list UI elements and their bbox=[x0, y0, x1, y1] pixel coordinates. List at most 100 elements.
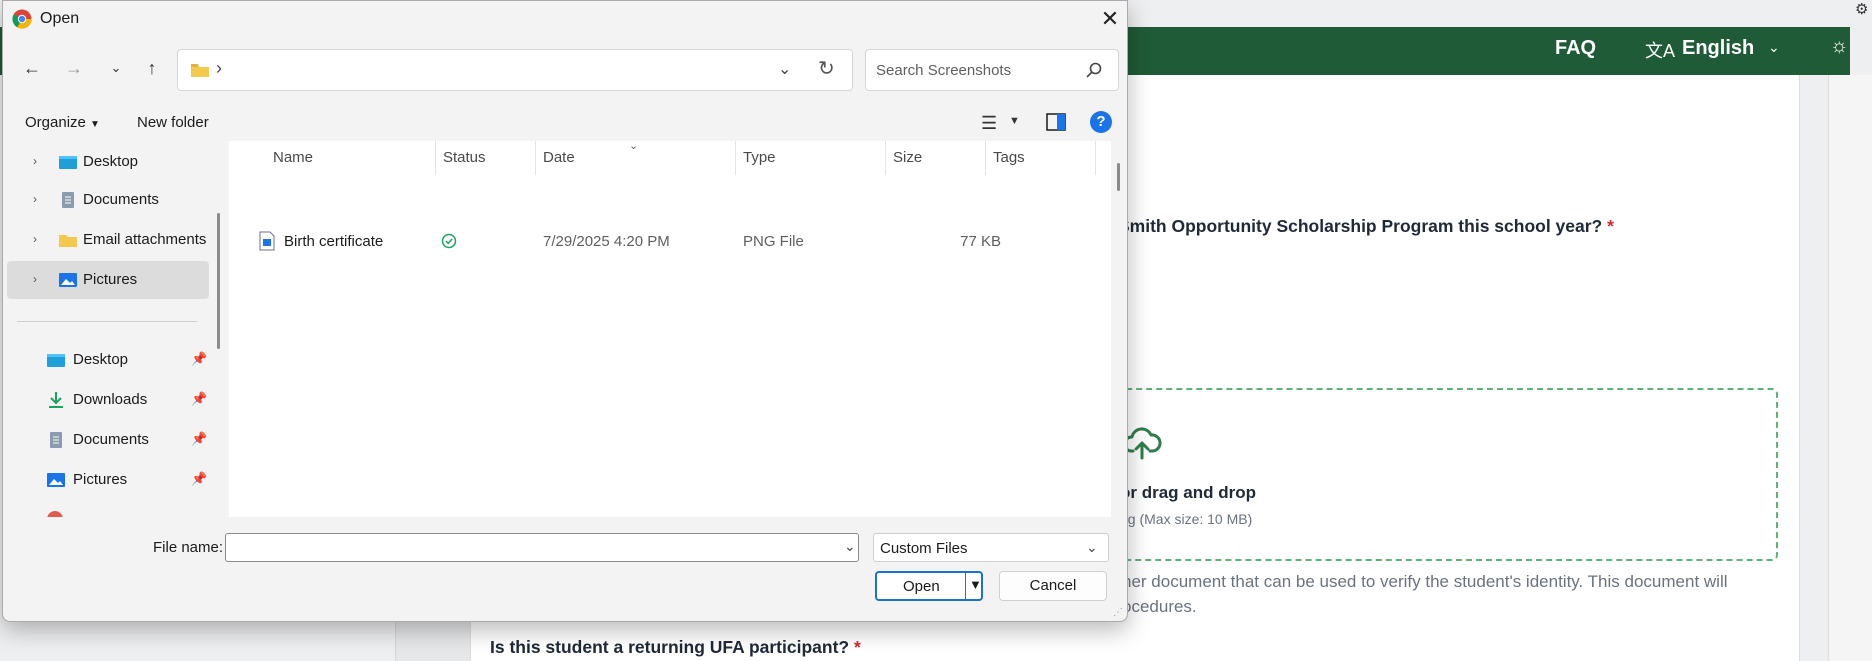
recent-locations-chevron-icon[interactable]: ⌄ bbox=[101, 53, 131, 83]
sort-descending-icon: ⌄ bbox=[629, 140, 639, 152]
dialog-titlebar[interactable]: Open ✕ bbox=[3, 1, 1127, 37]
open-options-caret-icon[interactable]: ▼ bbox=[969, 577, 982, 592]
column-header-size[interactable]: Size bbox=[893, 149, 922, 166]
document-description: her document that can be used to verify … bbox=[1122, 572, 1728, 591]
tree-item-label: Documents bbox=[83, 191, 159, 208]
chrome-icon bbox=[12, 9, 32, 29]
page-scroll-strip bbox=[1828, 75, 1872, 661]
tree-item-desktop[interactable]: › Desktop bbox=[7, 143, 209, 181]
tree-item-email-attachments[interactable]: › Email attachments bbox=[7, 221, 209, 259]
cancel-button[interactable]: Cancel bbox=[999, 571, 1107, 601]
quick-access-label: Pictures bbox=[73, 471, 128, 488]
column-header-date[interactable]: Date bbox=[543, 149, 575, 166]
address-bar[interactable]: › ⌄ ↻ bbox=[177, 49, 853, 91]
page-left-strip bbox=[395, 620, 470, 661]
chevron-down-icon[interactable]: ⌄ bbox=[1768, 39, 1780, 56]
caret-down-icon[interactable]: ▼ bbox=[1009, 115, 1020, 127]
view-options-icon[interactable]: ☰ bbox=[981, 113, 997, 134]
chevron-right-icon[interactable]: › bbox=[33, 154, 37, 168]
quick-access-label: Documents bbox=[73, 431, 149, 448]
column-header-name[interactable]: Name bbox=[273, 149, 313, 166]
file-dropzone[interactable] bbox=[1050, 388, 1778, 561]
image-file-icon bbox=[259, 231, 275, 251]
column-divider[interactable] bbox=[985, 141, 986, 175]
quick-access-pictures[interactable]: Pictures 📌 bbox=[3, 461, 213, 499]
close-icon[interactable]: ✕ bbox=[1095, 4, 1125, 34]
column-divider[interactable] bbox=[885, 141, 886, 175]
quick-access-documents[interactable]: Documents 📌 bbox=[3, 421, 213, 459]
file-date: 7/29/2025 4:20 PM bbox=[543, 233, 670, 250]
column-divider[interactable] bbox=[735, 141, 736, 175]
back-arrow-icon[interactable]: ← bbox=[17, 53, 47, 83]
navigation-pane: › Desktop › Documents › Email attachment… bbox=[3, 141, 225, 517]
question-text: Is this student a returning UFA particip… bbox=[490, 637, 850, 657]
pictures-icon bbox=[59, 273, 77, 287]
column-header-type[interactable]: Type bbox=[743, 149, 776, 166]
preview-pane-icon[interactable] bbox=[1046, 113, 1066, 131]
organize-menu-button[interactable]: Organize ▼ bbox=[25, 114, 100, 131]
address-history-chevron-icon[interactable]: ⌄ bbox=[778, 59, 791, 79]
quick-access-desktop[interactable]: Desktop 📌 bbox=[3, 341, 213, 379]
file-type-filter-value: Custom Files bbox=[880, 540, 968, 557]
file-name-label: File name: bbox=[153, 539, 224, 556]
up-arrow-icon[interactable]: ↑ bbox=[137, 53, 167, 83]
chevron-right-icon[interactable]: › bbox=[33, 272, 37, 286]
file-type: PNG File bbox=[743, 233, 804, 250]
search-icon[interactable] bbox=[1084, 60, 1104, 80]
navigation-bar: ← → ⌄ ↑ › ⌄ ↻ Search Screenshots bbox=[3, 45, 1127, 93]
breadcrumb-separator[interactable]: › bbox=[216, 58, 222, 79]
faq-link[interactable]: FAQ bbox=[1555, 37, 1596, 60]
quick-access-label: Downloads bbox=[73, 391, 148, 408]
column-header-status[interactable]: Status bbox=[443, 149, 486, 166]
forward-arrow-icon[interactable]: → bbox=[59, 53, 89, 83]
search-input[interactable]: Search Screenshots bbox=[865, 49, 1119, 91]
nav-divider bbox=[17, 321, 197, 322]
chevron-down-icon[interactable]: ⌄ bbox=[1086, 539, 1098, 556]
cloud-upload-icon bbox=[1123, 427, 1162, 460]
file-type-filter-select[interactable]: Custom Files ⌄ bbox=[873, 533, 1109, 562]
dropzone-hint: ng (Max size: 10 MB) bbox=[1120, 511, 1253, 527]
column-divider[interactable] bbox=[535, 141, 536, 175]
documents-icon bbox=[62, 192, 74, 208]
new-folder-button[interactable]: New folder bbox=[137, 114, 209, 131]
tree-item-label: Email attachments bbox=[83, 231, 207, 248]
gear-icon[interactable]: ⚙ bbox=[1855, 0, 1868, 18]
refresh-icon[interactable]: ↻ bbox=[818, 56, 835, 81]
file-name: Birth certificate bbox=[284, 233, 384, 250]
search-placeholder: Search Screenshots bbox=[876, 62, 1012, 79]
organize-label: Organize bbox=[25, 114, 86, 131]
dialog-title: Open bbox=[40, 10, 80, 27]
column-divider[interactable] bbox=[435, 141, 436, 175]
folder-icon bbox=[191, 64, 209, 77]
download-icon bbox=[49, 392, 63, 408]
open-button[interactable]: Open ▼ bbox=[875, 571, 983, 601]
document-description-cont: ocedures. bbox=[1122, 597, 1197, 616]
column-header-tags[interactable]: Tags bbox=[993, 149, 1025, 166]
pin-icon: 📌 bbox=[191, 391, 208, 406]
resize-grip-icon[interactable]: ⋰ bbox=[1113, 607, 1123, 618]
chevron-right-icon[interactable]: › bbox=[33, 192, 37, 206]
column-divider[interactable] bbox=[1095, 141, 1096, 175]
help-icon[interactable]: ? bbox=[1090, 111, 1112, 133]
sync-status-check-icon bbox=[441, 233, 457, 249]
translate-icon[interactable]: 文A bbox=[1645, 37, 1675, 63]
tree-item-pictures[interactable]: › Pictures bbox=[7, 261, 209, 299]
quick-access-downloads[interactable]: Downloads 📌 bbox=[3, 381, 213, 419]
language-selector[interactable]: English bbox=[1682, 37, 1754, 60]
split-divider bbox=[965, 573, 966, 599]
folder-icon bbox=[59, 235, 77, 247]
sun-icon[interactable]: ☼ bbox=[1830, 35, 1848, 58]
chevron-down-icon[interactable]: ⌄ bbox=[844, 538, 856, 555]
required-marker: * bbox=[1607, 216, 1614, 236]
tree-item-documents[interactable]: › Documents bbox=[7, 181, 209, 219]
chevron-right-icon[interactable]: › bbox=[33, 232, 37, 246]
file-row[interactable]: Birth certificate 7/29/2025 4:20 PM PNG … bbox=[229, 221, 1109, 261]
quick-access-label: Desktop bbox=[73, 351, 129, 368]
tree-item-label: Pictures bbox=[83, 271, 138, 288]
tree-item-label: Desktop bbox=[83, 153, 139, 170]
dropzone-title: or drag and drop bbox=[1120, 483, 1256, 502]
file-list-scrollbar[interactable] bbox=[1117, 163, 1120, 191]
file-name-field[interactable]: ⌄ bbox=[225, 533, 859, 562]
open-file-dialog: Open ✕ ← → ⌄ ↑ › ⌄ ↻ Search Screenshots … bbox=[2, 0, 1128, 622]
nav-scrollbar[interactable] bbox=[217, 213, 220, 349]
